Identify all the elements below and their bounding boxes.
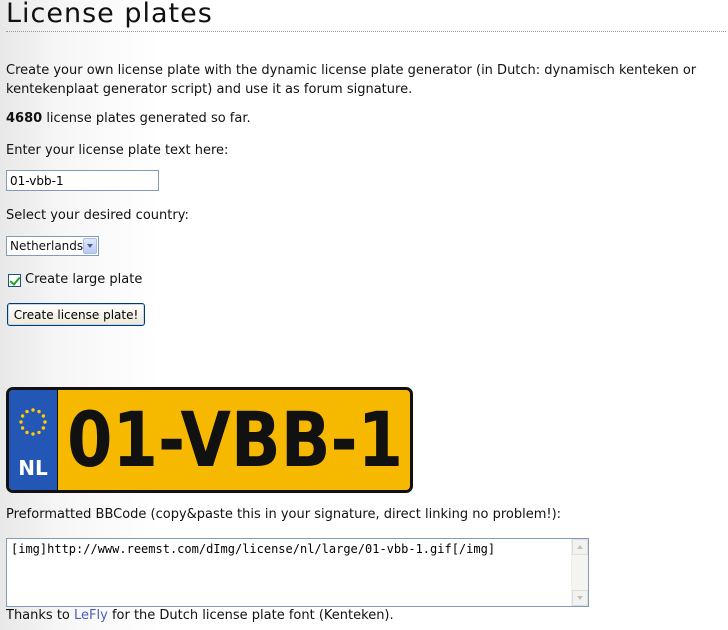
intro-text: Create your own license plate with the d… [6, 63, 697, 97]
textarea-scrollbar[interactable] [571, 539, 588, 606]
license-plate-image: NL 01-VBB-1 [6, 387, 413, 493]
eu-star [19, 420, 23, 424]
eu-star [37, 430, 41, 435]
eu-star [41, 426, 46, 430]
eu-star [37, 409, 41, 414]
scroll-up-icon[interactable] [572, 539, 588, 555]
plates-count: 4680 [6, 111, 43, 126]
eu-stars-icon [19, 408, 47, 436]
bbcode-label: Preformatted BBCode (copy&paste this in … [6, 507, 562, 522]
credits-suffix: for the Dutch license plate font (Kentek… [107, 608, 394, 623]
scroll-down-icon[interactable] [572, 590, 588, 606]
country-select-value: Netherlands [10, 239, 84, 253]
plate-country-code: NL [18, 456, 48, 480]
eu-star [41, 414, 46, 418]
bbcode-value: [img]http://www.reemst.com/dImg/license/… [11, 542, 496, 556]
eu-band: NL [9, 390, 58, 490]
eu-star [31, 408, 35, 412]
plate-text-input[interactable] [6, 170, 159, 191]
eu-star [25, 430, 29, 435]
plate-number: 01-VBB-1 [67, 395, 404, 484]
page-title: License plates [6, 0, 213, 29]
country-label: Select your desired country: [6, 208, 189, 223]
title-divider [6, 31, 726, 32]
eu-star [25, 409, 29, 414]
large-plate-label: Create large plate [25, 272, 143, 287]
eu-star [20, 414, 25, 418]
large-plate-checkbox[interactable] [8, 273, 21, 287]
country-select[interactable]: Netherlands [6, 236, 99, 256]
chevron-down-icon[interactable] [83, 238, 97, 254]
eu-star [31, 432, 35, 436]
plates-counter: 4680 license plates generated so far. [6, 109, 722, 128]
plates-count-suffix: license plates generated so far. [42, 111, 251, 126]
eu-star [43, 420, 47, 424]
bbcode-textarea[interactable]: [img]http://www.reemst.com/dImg/license/… [6, 538, 589, 607]
lefly-link[interactable]: LeFly [74, 608, 108, 623]
credits-prefix: Thanks to [6, 608, 75, 623]
eu-star [20, 426, 25, 430]
large-plate-option[interactable]: Create large plate [8, 271, 142, 289]
create-plate-button[interactable]: Create license plate! [7, 303, 145, 326]
plate-text-label: Enter your license plate text here: [6, 143, 229, 158]
credits-text: Thanks to LeFly for the Dutch license pl… [6, 606, 722, 625]
